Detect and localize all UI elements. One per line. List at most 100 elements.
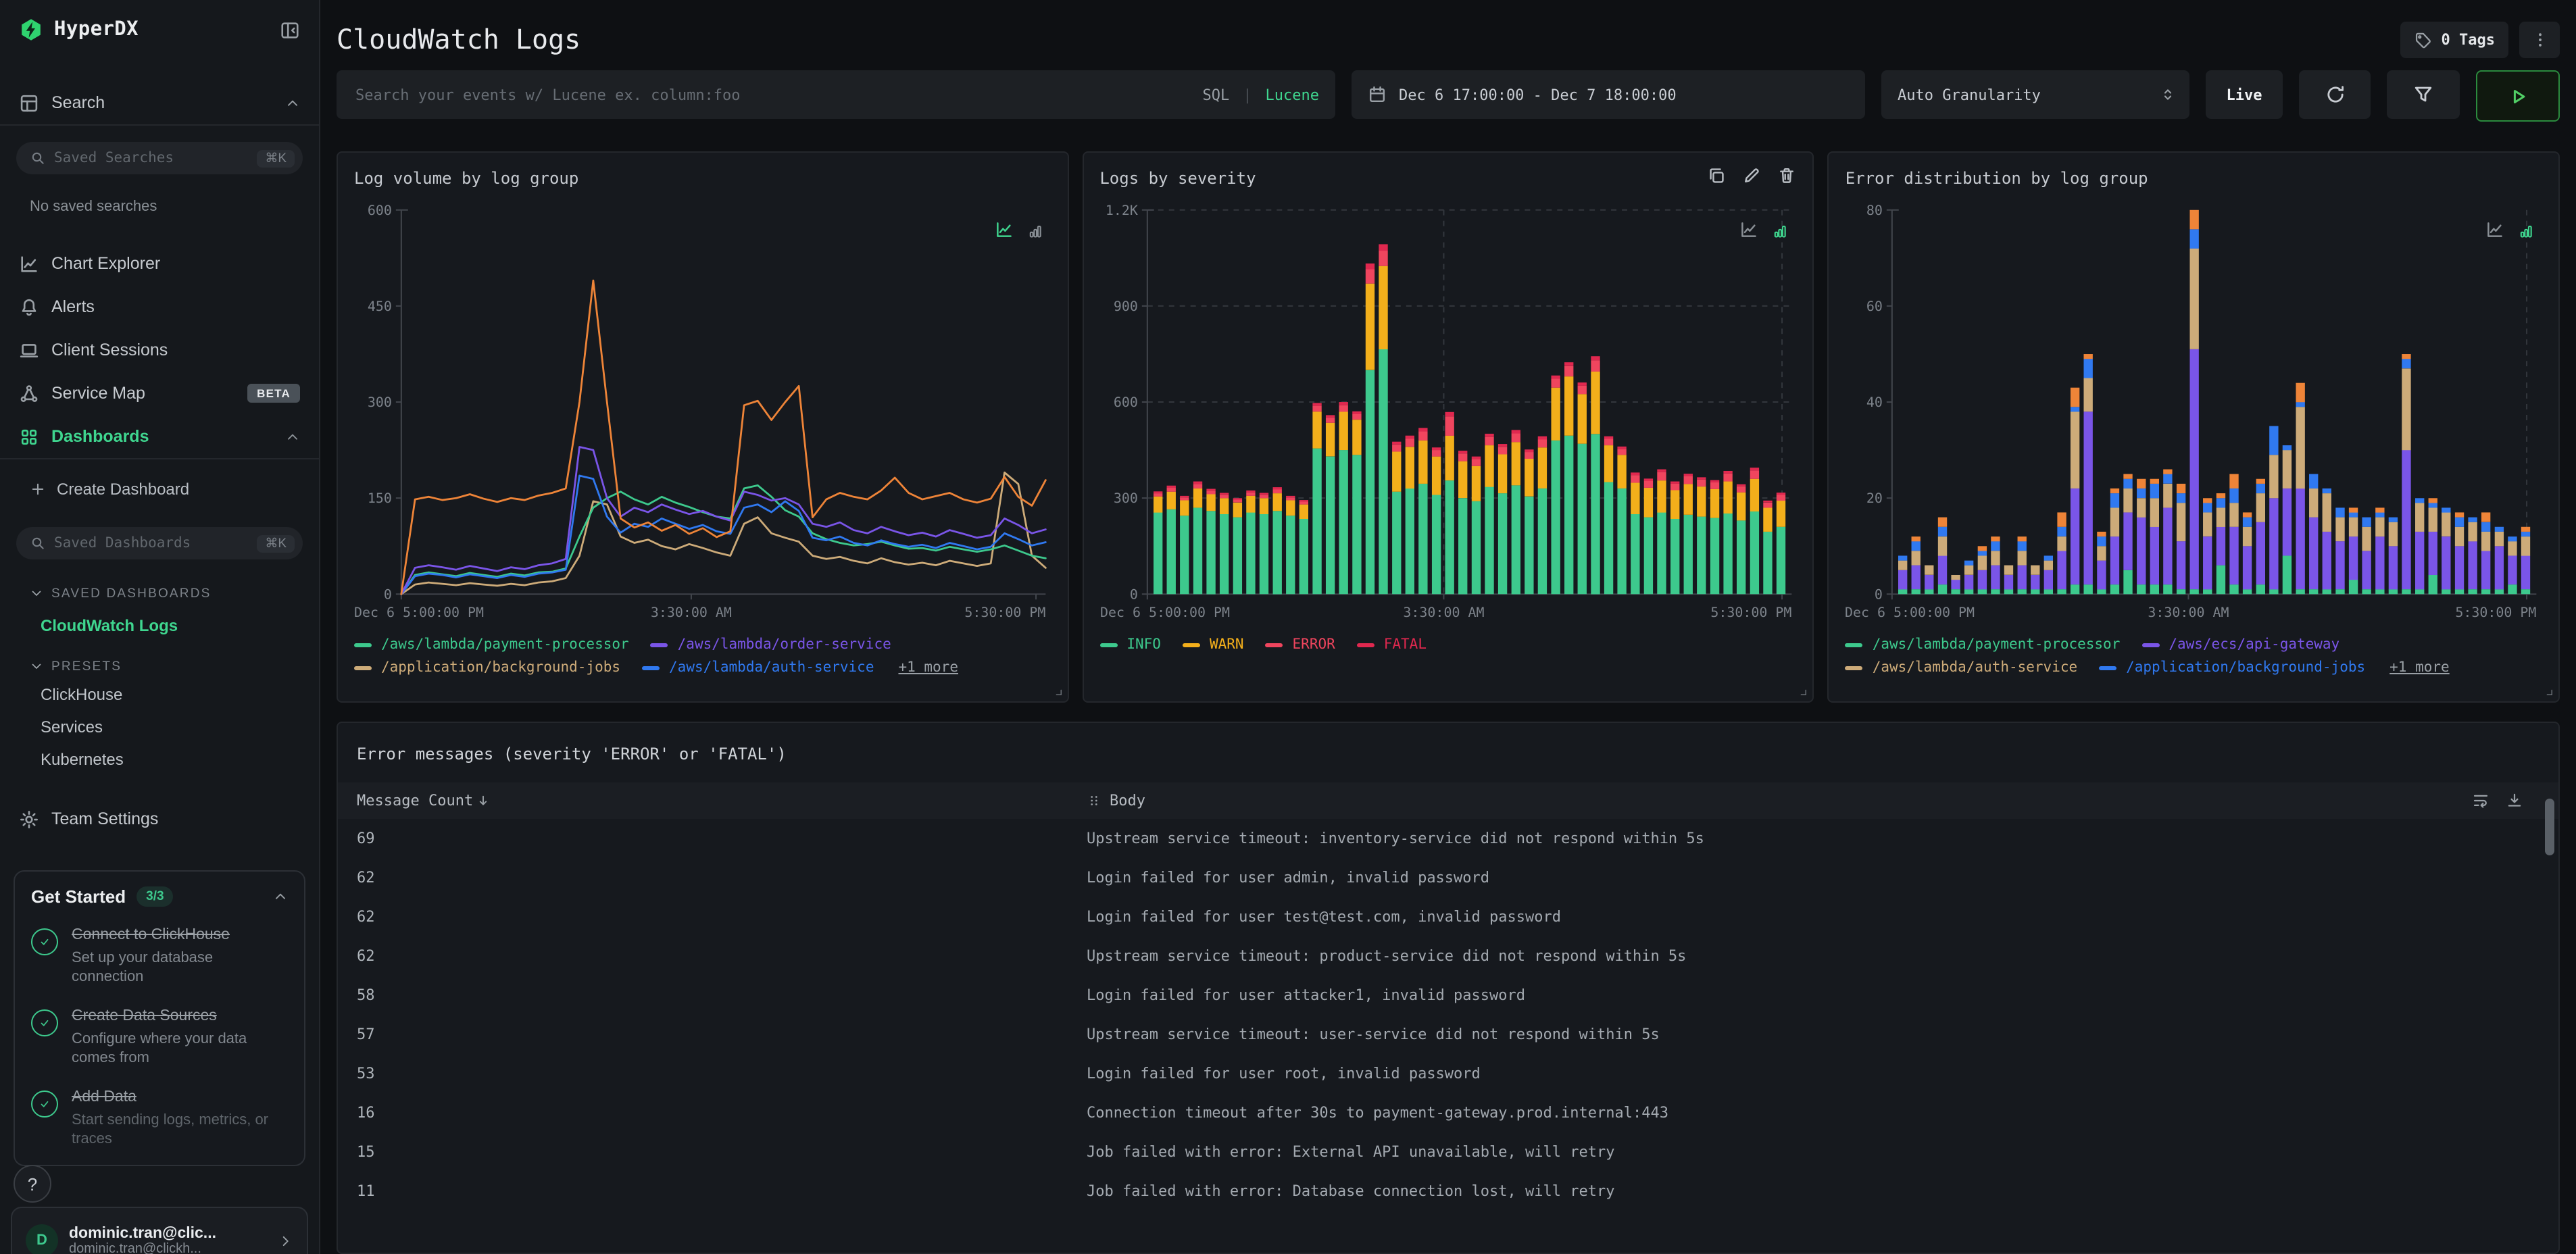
granularity-select[interactable]: Auto Granularity [1881,70,2189,119]
legend-item[interactable]: INFO [1099,634,1161,657]
live-button[interactable]: Live [2206,70,2283,119]
divider [0,458,319,459]
column-header-body[interactable]: Body [1087,792,2472,809]
chart-canvas[interactable]: 80 60 40 20 0 Dec 6 5:00:00 PM 3:30:00 AM 5:30:… [1846,199,2542,628]
sidebar-item-label: Chart Explorer [51,254,161,273]
charts-row: Log volume by log group 600 450 300 150 0 Dec … [337,151,2560,703]
table-row[interactable]: 53 Login failed for user root, invalid pa… [338,1054,2558,1093]
legend-row: /aws/lambda/payment-processor/aws/ecs/ap… [1845,634,2542,657]
resize-handle[interactable] [1795,684,1809,697]
delete-icon[interactable] [1778,166,1797,185]
table-row[interactable]: 58 Login failed for user attacker1, inval… [338,976,2558,1015]
user-profile-chip[interactable]: D dominic.tran@clic... dominic.tran@clic… [11,1207,308,1254]
sort-desc-icon [476,793,491,808]
legend-item[interactable]: /aws/lambda/payment-processor [1845,634,2120,657]
date-range-picker[interactable]: Dec 6 17:00:00 - Dec 7 18:00:00 [1352,70,1865,119]
filter-button[interactable] [2387,70,2460,119]
legend-row: /aws/lambda/auth-service/application/bac… [1845,657,2542,680]
event-search-input[interactable] [353,84,1189,105]
saved-dashboards-input[interactable]: Saved Dashboards ⌘K [16,527,303,559]
preset-item-clickhouse[interactable]: ClickHouse [0,678,319,711]
dashboard-menu-button[interactable] [2519,21,2560,57]
legend-item[interactable]: FATAL [1356,634,1427,657]
legend-item[interactable]: /aws/lambda/auth-service [642,657,874,680]
event-search-box: SQL | Lucene [337,70,1335,119]
tags-button[interactable]: 0 Tags [2400,21,2508,57]
legend-more-link[interactable]: +1 more [898,657,958,680]
chart-panel-2: Logs by severity 1.2K 900 600 300 0 Dec 6 5:00… [1082,151,1814,703]
legend-item[interactable]: WARN [1182,634,1244,657]
presets-header[interactable]: PRESETS [30,654,303,678]
legend-more-link[interactable]: +1 more [2389,657,2450,680]
get-started-item[interactable]: Create Data Sources Configure where your … [31,1007,288,1069]
table-row[interactable]: 16 Connection timeout after 30s to paymen… [338,1093,2558,1132]
legend-item[interactable]: /aws/lambda/order-service [650,634,891,657]
table-row[interactable]: 15 Job failed with error: External API un… [338,1132,2558,1172]
resize-handle[interactable] [2541,684,2554,697]
table-row[interactable]: 57 Upstream service timeout: user-service… [338,1015,2558,1054]
bar-chart-toggle-icon[interactable] [1773,223,1789,239]
legend-row: /application/background-jobs/aws/lambda/… [354,657,1051,680]
legend-item[interactable]: /aws/lambda/auth-service [1845,657,2077,680]
bar-chart-toggle-icon[interactable] [2518,223,2534,239]
duplicate-icon[interactable] [1708,166,1727,185]
preset-item-services[interactable]: Services [0,711,319,743]
table-row[interactable]: 62 Login failed for user admin, invalid p… [338,858,2558,897]
chart-canvas[interactable]: 600 450 300 150 0 Dec 6 5:00:00 PM 3:30:00 AM 5… [354,199,1051,628]
svg-text:0: 0 [384,586,392,602]
saved-dashboards-header[interactable]: SAVED DASHBOARDS [30,581,303,605]
table-scrollbar[interactable] [2545,799,2554,855]
help-button[interactable]: ? [14,1165,51,1203]
chevron-down-icon [30,659,43,673]
table-row[interactable]: 62 Upstream service timeout: product-serv… [338,936,2558,976]
bar-chart-toggle-icon[interactable] [1026,223,1043,239]
toolbar: SQL | Lucene Dec 6 17:00:00 - Dec 7 18:0… [337,70,2560,122]
column-header-message-count[interactable]: Message Count [338,792,1087,809]
legend-item[interactable]: /application/background-jobs [354,657,620,680]
saved-searches-input[interactable]: Saved Searches ⌘K [16,142,303,174]
table-row[interactable]: 11 Job failed with error: Database connec… [338,1172,2558,1211]
legend-item[interactable]: /application/background-jobs [2099,657,2365,680]
svg-text:5:30:00 PM: 5:30:00 PM [1710,604,1791,620]
cell-message-count: 11 [357,1182,375,1200]
legend-item[interactable]: /aws/lambda/payment-processor [354,634,629,657]
table-row[interactable]: 62 Login failed for user test@test.com, i… [338,897,2558,936]
cell-message-count: 53 [357,1065,375,1082]
line-chart-toggle-icon[interactable] [2485,220,2504,239]
chevron-up-icon[interactable] [273,889,288,904]
sidebar-item-team-settings[interactable]: Team Settings [0,797,319,841]
line-chart-toggle-icon[interactable] [1740,220,1759,239]
chart-explorer-icon [19,253,39,274]
download-icon[interactable] [2506,792,2523,809]
drag-handle-icon[interactable] [1087,793,1101,808]
legend-item[interactable]: ERROR [1265,634,1335,657]
run-query-button[interactable] [2476,70,2560,122]
line-chart-toggle-icon[interactable] [994,220,1013,239]
sidebar-item-search[interactable]: Search [0,81,319,124]
hyperdx-logo-icon [19,18,43,42]
legend-swatch [1099,643,1118,647]
refresh-button[interactable] [2299,70,2371,119]
wrap-lines-icon[interactable] [2472,792,2490,809]
resize-handle[interactable] [1049,684,1063,697]
cell-body: Login failed for user admin, invalid pas… [1087,869,1490,886]
sql-mode-toggle[interactable]: SQL [1203,86,1230,103]
create-dashboard-button[interactable]: Create Dashboard [0,470,319,508]
sidebar-item-chart-explorer[interactable]: Chart Explorer [0,242,319,285]
get-started-item[interactable]: Add Data Start sending logs, metrics, or … [31,1088,288,1150]
collapse-sidebar-icon[interactable] [280,20,300,40]
edit-icon[interactable] [1743,166,1762,185]
svg-text:3:30:00 AM: 3:30:00 AM [651,604,732,620]
sidebar-item-service-map[interactable]: Service Map BETA [0,372,319,415]
table-row[interactable]: 69 Upstream service timeout: inventory-se… [338,819,2558,858]
get-started-item[interactable]: Connect to ClickHouse Set up your databas… [31,926,288,988]
lucene-mode-toggle[interactable]: Lucene [1266,86,1320,103]
sidebar-item-client-sessions[interactable]: Client Sessions [0,328,319,372]
sidebar-item-alerts[interactable]: Alerts [0,285,319,328]
chart-canvas[interactable]: 1.2K 900 600 300 0 Dec 6 5:00:00 PM 3:30:00 AM… [1099,199,1796,628]
sidebar-item-dashboards[interactable]: Dashboards [0,415,319,458]
dashboard-item-cloudwatch-logs[interactable]: CloudWatch Logs [0,611,319,641]
legend-item[interactable]: /aws/ecs/api-gateway [2141,634,2339,657]
preset-item-kubernetes[interactable]: Kubernetes [0,743,319,776]
get-started-progress-badge: 3/3 [137,886,174,907]
